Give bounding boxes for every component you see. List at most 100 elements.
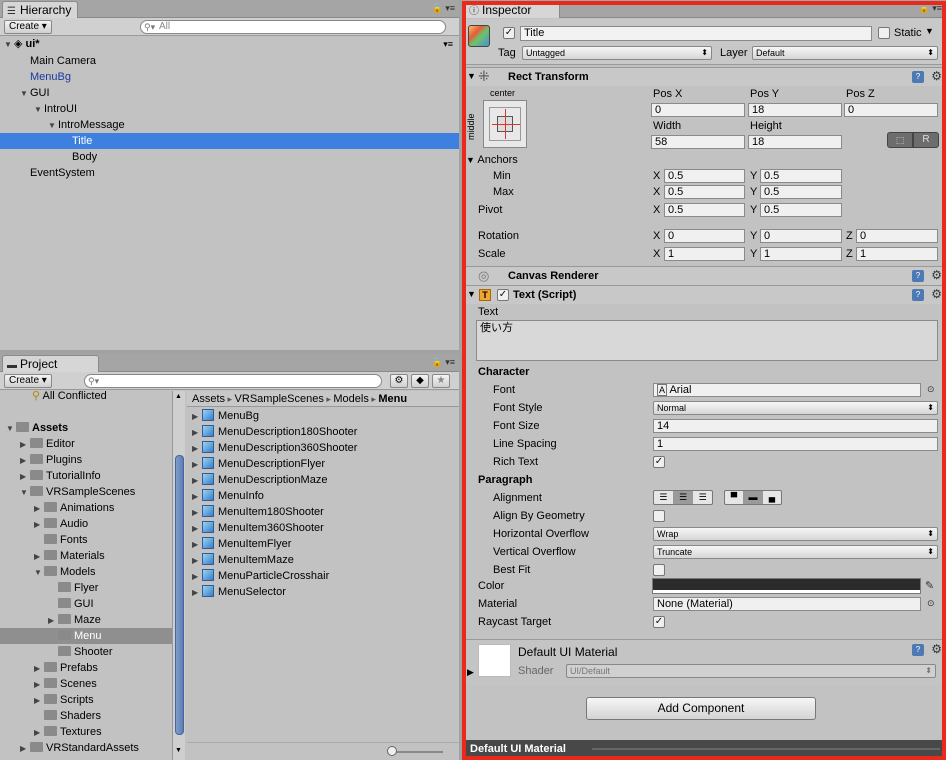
breadcrumb-item[interactable]: VRSampleScenes <box>235 393 324 405</box>
scale-y-field[interactable]: 1 <box>760 247 842 261</box>
folder-item[interactable]: ▶ Editor <box>0 436 172 452</box>
text-script-header[interactable]: ▼ T ✓ Text (Script) ? ⚙ <box>462 285 946 304</box>
folder-item[interactable]: ▼ VRSampleScenes <box>0 484 172 500</box>
expand-arrow-icon[interactable]: ▼ <box>34 102 44 118</box>
width-field[interactable]: 58 <box>651 135 745 149</box>
breadcrumb-item[interactable]: Models <box>333 393 368 405</box>
hierarchy-item[interactable]: EventSystem <box>0 165 459 181</box>
zoom-slider-handle[interactable] <box>387 746 397 756</box>
folder-item[interactable]: ▶ Scripts <box>0 692 172 708</box>
expand-arrow-icon[interactable]: ▶ <box>48 613 58 629</box>
raw-edit-button[interactable]: R <box>913 132 939 148</box>
scale-z-field[interactable]: 1 <box>856 247 938 261</box>
pos-x-field[interactable]: 0 <box>651 103 745 117</box>
expand-arrow-icon[interactable]: ▼ <box>20 86 30 102</box>
expand-arrow-icon[interactable]: ▼ <box>48 118 58 134</box>
scale-x-field[interactable]: 1 <box>664 247 745 261</box>
anchor-min-x-field[interactable]: 0.5 <box>664 169 745 183</box>
hierarchy-search-input[interactable]: ⚲▾ All <box>140 20 446 34</box>
rotation-x-field[interactable]: 0 <box>664 229 745 243</box>
expand-arrow-icon[interactable]: ▶ <box>34 677 44 693</box>
favorite-star-icon[interactable]: ★ <box>432 374 450 388</box>
active-checkbox[interactable]: ✓ <box>503 27 515 39</box>
static-dropdown-icon[interactable]: ▼ <box>925 26 934 36</box>
expand-arrow-icon[interactable]: ▶ <box>192 505 202 521</box>
filter-label-icon[interactable]: ◆ <box>411 374 429 388</box>
folder-item[interactable]: ▶ Maze <box>0 612 172 628</box>
breadcrumb-item[interactable]: Assets <box>192 393 225 405</box>
asset-item[interactable]: ▶ MenuParticleCrosshair <box>187 568 459 584</box>
folder-item[interactable]: ▼ Models <box>0 564 172 580</box>
scrollbar-thumb[interactable] <box>175 455 184 735</box>
expand-arrow-icon[interactable]: ▼ <box>20 485 30 501</box>
shader-dropdown[interactable]: UI/Default ⬍ <box>566 664 936 678</box>
hierarchy-item[interactable]: Main Camera <box>0 53 459 69</box>
create-button[interactable]: Create ▾ <box>4 20 52 34</box>
asset-item[interactable]: ▶ MenuInfo <box>187 488 459 504</box>
anchor-presets-button[interactable] <box>483 100 527 148</box>
vertical-overflow-dropdown[interactable]: Truncate ⬍ <box>653 545 938 559</box>
font-field[interactable]: A Arial <box>653 383 921 397</box>
filter-type-icon[interactable]: ⚙ <box>390 374 408 388</box>
expand-arrow-icon[interactable]: ▶ <box>192 585 202 601</box>
tab-inspector[interactable]: ⓘ Inspector <box>464 1 560 18</box>
color-field[interactable] <box>652 578 921 594</box>
expand-arrow-icon[interactable]: ▶ <box>192 521 202 537</box>
gear-icon[interactable]: ⚙ <box>931 287 942 301</box>
asset-item[interactable]: ▶ MenuItemFlyer <box>187 536 459 552</box>
expand-arrow-icon[interactable]: ▶ <box>192 441 202 457</box>
rect-transform-header[interactable]: ▼ ⁜ Rect Transform ? ⚙ <box>462 67 946 86</box>
foldout-arrow-icon[interactable]: ▼ <box>467 71 476 81</box>
folder-item[interactable]: Flyer <box>0 580 172 596</box>
folder-item[interactable]: ▶ Audio <box>0 516 172 532</box>
breadcrumb-item[interactable]: Menu <box>378 393 407 405</box>
panel-menu-icon[interactable]: 🔒 ▾≡ <box>919 3 942 14</box>
asset-item[interactable]: ▶ MenuItem180Shooter <box>187 504 459 520</box>
all-conflicted-item[interactable]: ⚲ All Conflicted <box>0 391 172 404</box>
folder-item[interactable]: Menu <box>0 628 172 644</box>
raycast-target-checkbox[interactable]: ✓ <box>653 616 665 628</box>
scroll-up-icon[interactable]: ▲ <box>175 393 182 400</box>
eyedropper-icon[interactable]: ✎ <box>925 579 934 592</box>
scene-menu-icon[interactable]: ▾≡ <box>443 36 453 52</box>
folder-item[interactable]: Shooter <box>0 644 172 660</box>
scroll-down-icon[interactable]: ▼ <box>175 747 182 754</box>
expand-arrow-icon[interactable]: ▶ <box>34 661 44 677</box>
text-enabled-checkbox[interactable]: ✓ <box>497 289 509 301</box>
create-button[interactable]: Create ▾ <box>4 374 52 388</box>
folder-item[interactable]: Fonts <box>0 532 172 548</box>
foldout-arrow-icon[interactable]: ▼ <box>467 289 476 299</box>
preview-bar[interactable]: Default UI Material <box>462 740 946 760</box>
expand-arrow-icon[interactable]: ▼ <box>34 565 44 581</box>
tree-scrollbar[interactable]: ▲ ▼ <box>172 391 185 760</box>
asset-item[interactable]: ▶ MenuItem360Shooter <box>187 520 459 536</box>
expand-arrow-icon[interactable]: ▶ <box>192 553 202 569</box>
expand-arrow-icon[interactable]: ▶ <box>34 549 44 565</box>
anchor-max-y-field[interactable]: 0.5 <box>760 185 842 199</box>
text-content-area[interactable]: 使い方 <box>476 320 938 361</box>
gear-icon[interactable]: ⚙ <box>931 642 942 656</box>
best-fit-checkbox[interactable] <box>653 564 665 576</box>
expand-arrow-icon[interactable]: ▶ <box>192 569 202 585</box>
panel-menu-icon[interactable]: 🔒 ▾≡ <box>432 357 455 368</box>
anchors-foldout[interactable]: ▼ Anchors <box>466 154 518 166</box>
material-field[interactable]: None (Material) <box>653 597 921 611</box>
folder-item[interactable]: ▶ Animations <box>0 500 172 516</box>
align-left-icon[interactable]: ☰ <box>654 491 674 504</box>
folder-item[interactable]: ▼ Assets <box>0 420 172 436</box>
font-size-field[interactable]: 14 <box>653 419 938 433</box>
expand-arrow-icon[interactable]: ▶ <box>20 437 30 453</box>
expand-arrow-icon[interactable]: ▶ <box>20 453 30 469</box>
project-search-input[interactable]: ⚲▾ <box>84 374 382 388</box>
canvas-renderer-header[interactable]: ◎ Canvas Renderer ? ⚙ <box>462 266 946 285</box>
asset-item[interactable]: ▶ MenuItemMaze <box>187 552 459 568</box>
tab-project[interactable]: ▬ Project <box>2 355 99 372</box>
expand-arrow-icon[interactable]: ▶ <box>34 501 44 517</box>
static-checkbox[interactable] <box>878 27 890 39</box>
pos-z-field[interactable]: 0 <box>844 103 938 117</box>
expand-arrow-icon[interactable]: ▼ <box>6 421 16 437</box>
foldout-arrow-icon[interactable]: ▶ <box>467 667 474 678</box>
folder-item[interactable]: ▶ Textures <box>0 724 172 740</box>
folder-item[interactable]: ▶ Scenes <box>0 676 172 692</box>
expand-arrow-icon[interactable]: ▶ <box>192 409 202 425</box>
